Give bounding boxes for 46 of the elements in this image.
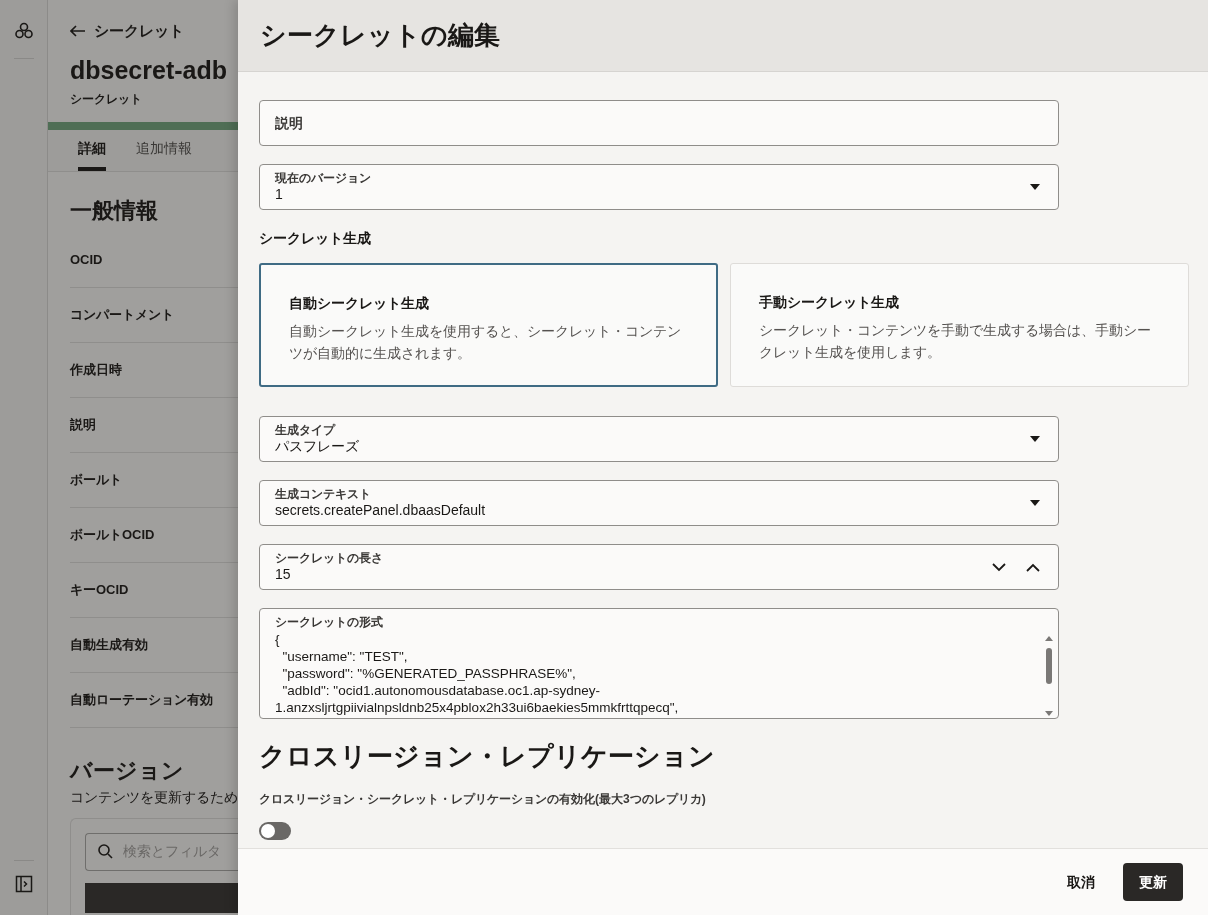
tab[interactable]: 追加情報 — [136, 129, 192, 171]
dropdown-field[interactable]: 生成コンテキスト secrets.createPanel.dbaasDefault — [259, 480, 1059, 526]
tab[interactable]: 詳細 — [78, 129, 106, 171]
update-button[interactable]: 更新 — [1123, 863, 1183, 901]
search-icon — [98, 844, 113, 860]
back-link[interactable]: シークレット — [70, 20, 238, 43]
page-subtitle: シークレット — [70, 90, 143, 108]
section-title: 一般情報 — [70, 196, 159, 225]
toggle-switch[interactable] — [259, 822, 291, 840]
option-title: 手動シークレット生成 — [759, 293, 900, 312]
option-card[interactable]: 手動シークレット生成 シークレット・コンテンツを手動で生成する場合は、手動シークレット生成を使用します。 — [730, 263, 1189, 387]
back-arrow-icon — [70, 25, 86, 38]
dropdown-caret-icon — [1030, 500, 1040, 506]
field-label: 説明 — [70, 416, 96, 434]
dropdown-field[interactable]: 現在のバージョン 1 — [259, 164, 1059, 210]
app-logo-icon[interactable] — [13, 22, 34, 40]
text-field[interactable]: 説明 — [259, 100, 1059, 146]
section-title: バージョン — [70, 756, 185, 785]
toggle-label: クロスリージョン・シークレット・レプリケーションの有効化(最大3つのレプリカ) — [259, 791, 707, 808]
dropdown-caret-icon — [1030, 184, 1040, 190]
field-label: OCID — [70, 251, 103, 269]
option-card[interactable]: 自動シークレット生成 自動シークレット生成を使用すると、シークレット・コンテンツが自動的に生成されます。 — [259, 263, 718, 387]
option-description: シークレット・コンテンツを手動で生成する場合は、手動シークレット生成を使用します。 — [759, 321, 1152, 362]
field-label: ボールトOCID — [70, 526, 155, 544]
section-label: シークレット生成 — [259, 229, 372, 248]
dropdown-caret-icon — [1030, 436, 1040, 442]
option-title: 自動シークレット生成 — [289, 294, 430, 313]
section-description: コンテンツを更新するため — [70, 787, 238, 807]
field-label: キーOCID — [70, 581, 129, 599]
toolbar-button[interactable] — [85, 882, 238, 913]
field-label: 自動ローテーション有効 — [70, 691, 213, 709]
field-label: ボールト — [70, 471, 122, 489]
increment-chevron-icon[interactable] — [1026, 562, 1040, 572]
dropdown-field[interactable]: 生成タイプ パスフレーズ — [259, 416, 1059, 462]
field-label: コンパートメント — [70, 306, 174, 324]
field-label: 自動生成有効 — [70, 636, 148, 654]
cancel-button[interactable]: 取消 — [1051, 863, 1111, 901]
field-label: 作成日時 — [70, 361, 122, 379]
drawer-title: シークレットの編集 — [260, 19, 500, 52]
number-field[interactable]: シークレットの長さ 15 — [259, 544, 1059, 590]
panel-expand-icon[interactable] — [14, 875, 33, 893]
textarea-field[interactable]: シークレットの形式 { "username": "TEST", "password": "%GENERATED_PASSPHRASE%", "adbId": "ocid1.autonomousdatabase.oc1.ap-sydney- 1.anzxsljrtgpiivialnpsldnb25x4pblox2h33ui6baekies5mmkfrttqpecq", — [259, 608, 1059, 719]
section-title: クロスリージョン・レプリケーション — [259, 740, 716, 773]
option-description: 自動シークレット生成を使用すると、シークレット・コンテンツが自動的に生成されます。 — [289, 322, 682, 363]
page-title: dbsecret-adb — [70, 54, 228, 86]
decrement-chevron-icon[interactable] — [992, 562, 1006, 572]
